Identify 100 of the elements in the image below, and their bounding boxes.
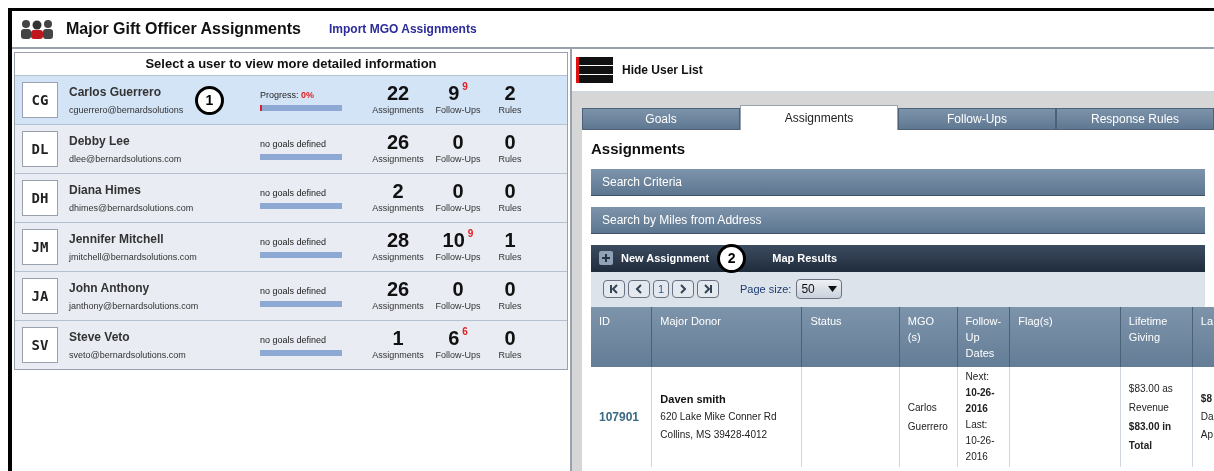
goal-status: no goals defined <box>260 236 328 250</box>
page-title: Major Gift Officer Assignments <box>66 19 301 39</box>
assignments-label: Assignments <box>372 300 424 314</box>
user-name: Carlos Guerrero <box>69 83 162 101</box>
goal-status: no goals defined <box>260 138 328 152</box>
initials-avatar: CG <box>22 82 58 118</box>
donor-id-link[interactable]: 107901 <box>599 409 640 424</box>
new-follow-ups-count: 9 <box>467 229 474 240</box>
column-header[interactable]: Status <box>810 312 891 329</box>
initials-avatar: DH <box>22 180 58 216</box>
column-header[interactable]: ID <box>599 312 644 329</box>
hide-user-list-button[interactable]: Hide User List <box>622 61 703 79</box>
user-name: John Anthony <box>69 279 150 297</box>
progress-label: Progress: 0% <box>260 89 316 103</box>
user-email: dhimes@bernardsolutions.com <box>69 201 195 215</box>
previous-page-button[interactable] <box>628 280 650 298</box>
list-icon <box>576 56 614 84</box>
column-header[interactable]: MGO (s) <box>907 312 949 345</box>
column-header[interactable]: Flag(s) <box>1018 312 1112 329</box>
rules-label: Rules <box>498 300 522 314</box>
assignments-label: Assignments <box>372 251 424 265</box>
follow-ups-label: Follow-Ups <box>435 251 481 265</box>
page-size-dropdown[interactable]: 50 <box>796 279 843 299</box>
user-email: janthony@bernardsolutions.com <box>69 299 200 313</box>
column-header[interactable]: La <box>1200 312 1214 329</box>
assignments-label: Assignments <box>372 153 424 167</box>
chevron-right-icon <box>678 284 688 294</box>
column-header[interactable]: Major Donor <box>660 312 794 329</box>
tab[interactable]: Goals <box>582 108 740 130</box>
new-follow-ups-count: 9 <box>462 82 468 93</box>
donor-address: 620 Lake Mike Conner Rd <box>660 409 778 424</box>
rules-count: 0 <box>504 278 516 301</box>
collapsible-panel-header[interactable]: Search by Miles from Address <box>591 206 1205 234</box>
rules-label: Rules <box>498 153 522 167</box>
follow-ups-count: 0 <box>452 180 464 203</box>
section-title: Assignments <box>591 139 687 159</box>
list-heading: Select a user to view more detailed information <box>15 53 567 75</box>
table-cell-text: $8 <box>1200 391 1213 406</box>
initials-avatar: DL <box>22 131 58 167</box>
assignments-count: 26 <box>386 131 410 154</box>
rules-count: 0 <box>504 327 516 350</box>
follow-ups-label: Follow-Ups <box>435 104 481 118</box>
rules-count: 0 <box>504 180 516 203</box>
assignments-count: 26 <box>386 278 410 301</box>
people-icon <box>20 19 54 39</box>
donor-name: Daven smith <box>660 391 727 407</box>
rules-label: Rules <box>498 104 522 118</box>
follow-ups-count: 0 <box>452 131 464 154</box>
user-name: Debby Lee <box>69 132 130 150</box>
user-name: Diana Himes <box>69 181 142 199</box>
rules-label: Rules <box>498 349 522 363</box>
new-follow-ups-count: 6 <box>462 327 468 338</box>
user-email: sveto@bernardsolutions.com <box>69 348 187 362</box>
tab[interactable]: Response Rules <box>1056 108 1214 130</box>
lifetime-giving: $83.00 as Revenue $83.00 in Total <box>1128 381 1174 453</box>
follow-ups-label: Follow-Ups <box>435 349 481 363</box>
follow-ups-label: Follow-Ups <box>435 202 481 216</box>
chevron-left-icon <box>634 284 644 294</box>
user-name: Jennifer Mitchell <box>69 230 164 248</box>
column-header[interactable]: Lifetime Giving <box>1128 312 1184 345</box>
map-results-button[interactable]: Map Results <box>772 249 838 267</box>
user-email: dlee@bernardsolutions.com <box>69 152 183 166</box>
follow-ups-count: 0 <box>452 278 464 301</box>
assignments-count: 28 <box>386 229 410 252</box>
rules-label: Rules <box>498 202 522 216</box>
follow-ups-label: Follow-Ups <box>435 153 481 167</box>
caret-down-icon <box>828 286 838 292</box>
follow-ups-count: 10 <box>442 229 465 252</box>
page-size-label: Page size: <box>740 281 792 297</box>
user-email: jmitchell@bernardsolutions.com <box>69 250 198 264</box>
assignments-label: Assignments <box>372 202 424 216</box>
goal-status: no goals defined <box>260 285 328 299</box>
goal-status: no goals defined <box>260 334 328 348</box>
callout-marker: 1 <box>195 86 224 115</box>
table-cell: Carlos Guerrero <box>907 401 948 432</box>
assignments-count: 2 <box>392 180 404 203</box>
follow-ups-count: 6 <box>448 327 460 350</box>
initials-avatar: JA <box>22 278 58 314</box>
tab[interactable]: Follow-Ups <box>898 108 1056 130</box>
table-cell-text: Da <box>1200 409 1214 424</box>
collapsible-panel-header[interactable]: Search Criteria <box>591 168 1205 196</box>
assignments-count: 22 <box>386 82 410 105</box>
initials-avatar: JM <box>22 229 58 265</box>
last-page-button[interactable] <box>697 280 719 298</box>
rules-count: 0 <box>504 131 516 154</box>
assignments-label: Assignments <box>372 349 424 363</box>
goal-status: no goals defined <box>260 187 328 201</box>
new-assignment-button[interactable]: New Assignment <box>621 249 710 267</box>
tab[interactable]: Assignments <box>740 105 898 130</box>
plus-icon <box>599 251 613 265</box>
rules-count: 1 <box>504 229 516 252</box>
assignments-label: Assignments <box>372 104 424 118</box>
first-page-icon <box>609 284 619 294</box>
first-page-button[interactable] <box>603 280 625 298</box>
user-email: cguerrero@bernardsolutions <box>69 103 185 117</box>
table-cell-text: Ap <box>1200 427 1214 442</box>
column-header[interactable]: Follow-Up Dates <box>965 312 1002 361</box>
page-number-button[interactable]: 1 <box>653 280 669 298</box>
next-page-button[interactable] <box>672 280 694 298</box>
import-link[interactable]: Import MGO Assignments <box>329 20 477 38</box>
